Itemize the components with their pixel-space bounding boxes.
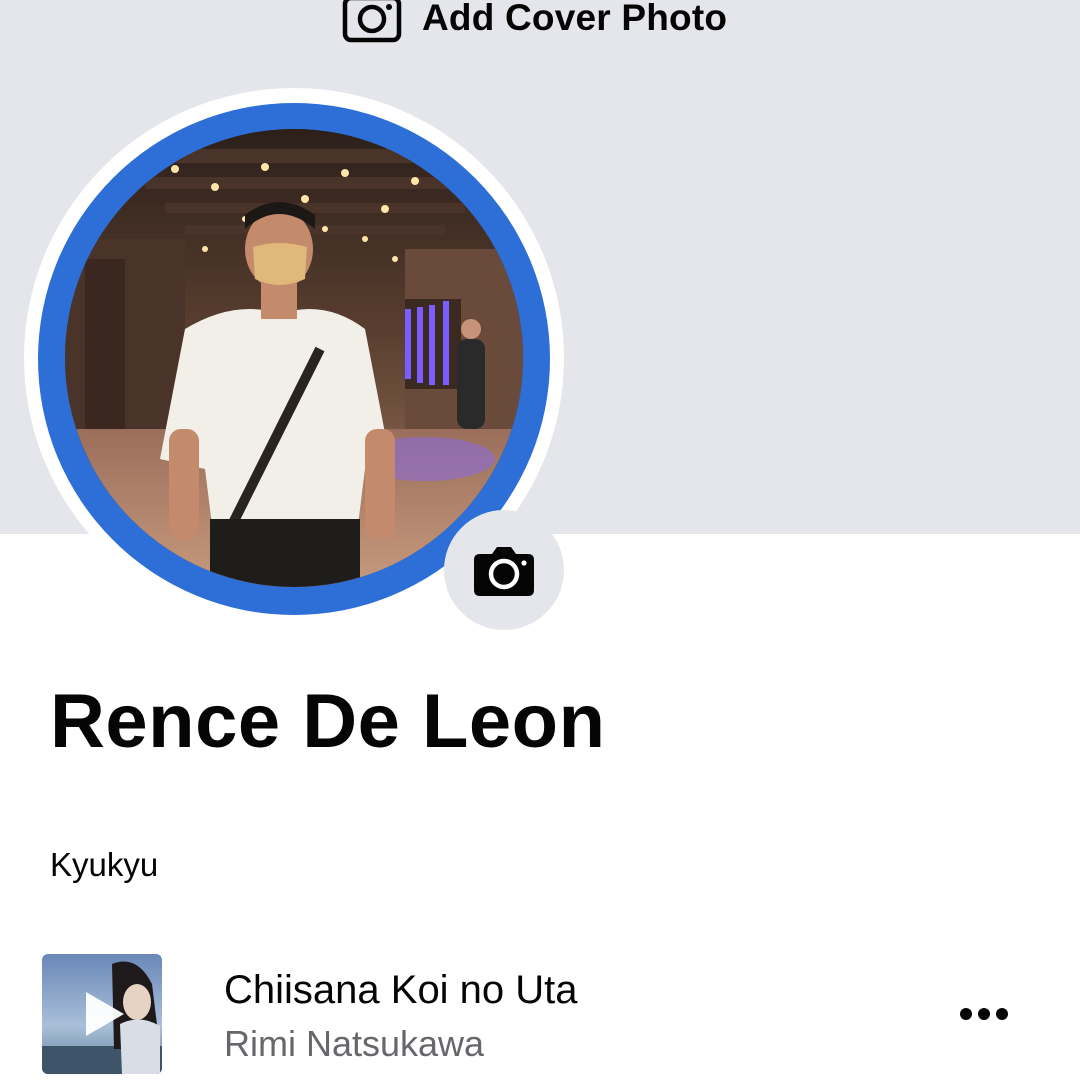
camera-outline-icon [342,0,402,43]
more-horizontal-icon[interactable] [948,992,1020,1036]
song-artist: Rimi Natsukawa [224,1023,485,1064]
profile-name: Rence De Leon [50,679,606,764]
profile-picture-image [65,129,523,587]
profile-music-row[interactable]: Chiisana Koi no Uta Rimi Natsukawa [0,948,1080,1080]
more-dot [960,1008,972,1020]
song-title: Chiisana Koi no Uta [224,968,578,1012]
more-dot [996,1008,1008,1020]
more-dot [978,1008,990,1020]
add-cover-photo-button[interactable]: Add Cover Photo [342,0,727,44]
add-cover-photo-label: Add Cover Photo [422,0,728,38]
profile-bio: Kyukyu [50,846,159,883]
camera-icon [474,547,534,596]
song-artwork-image [42,954,162,1074]
profile-page: Add Cover Photo Rence De Leon Kyukyu Chi… [0,0,1080,1080]
edit-profile-picture-button[interactable] [444,510,564,630]
song-artwork[interactable] [42,954,162,1074]
profile-picture[interactable] [65,129,523,587]
